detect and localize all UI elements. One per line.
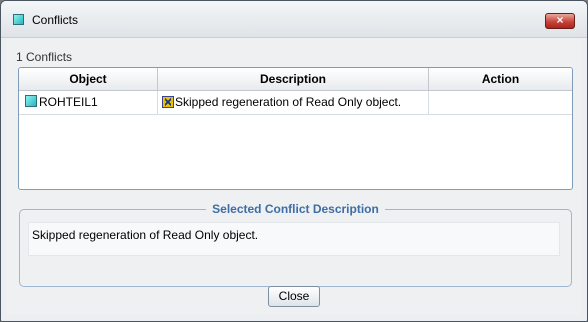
warning-icon xyxy=(162,96,174,108)
conflicts-table: Object Description Action ROHTEIL1 Skipp… xyxy=(18,67,573,190)
cell-object[interactable]: ROHTEIL1 xyxy=(19,91,158,114)
window-title: Conflicts xyxy=(32,13,79,27)
conflicts-dialog: Conflicts × 1 Conflicts Object Descripti… xyxy=(0,0,588,322)
table-header: Object Description Action xyxy=(19,68,572,91)
dialog-content: 1 Conflicts Object Description Action RO… xyxy=(6,38,582,315)
object-name: ROHTEIL1 xyxy=(39,95,98,109)
window-close-button[interactable]: × xyxy=(545,13,575,29)
cell-action[interactable] xyxy=(429,91,572,114)
cell-description[interactable]: Skipped regeneration of Read Only object… xyxy=(158,91,429,114)
column-header-object[interactable]: Object xyxy=(19,68,158,90)
table-row[interactable]: ROHTEIL1 Skipped regeneration of Read On… xyxy=(19,91,572,115)
description-text: Skipped regeneration of Read Only object… xyxy=(175,95,402,109)
close-button[interactable]: Close xyxy=(268,286,320,307)
conflict-count: 1 Conflicts xyxy=(16,50,73,64)
title-bar[interactable]: Conflicts × xyxy=(1,1,587,38)
conflict-description-field[interactable]: Skipped regeneration of Read Only object… xyxy=(28,222,560,256)
column-header-action[interactable]: Action xyxy=(429,68,572,90)
selected-conflict-panel: Selected Conflict Description Skipped re… xyxy=(19,202,572,287)
panel-legend-wrap: Selected Conflict Description xyxy=(20,202,571,216)
part-icon xyxy=(25,95,37,107)
panel-legend: Selected Conflict Description xyxy=(206,202,385,216)
app-icon xyxy=(13,14,24,25)
column-header-description[interactable]: Description xyxy=(158,68,429,90)
close-icon: × xyxy=(556,13,564,27)
